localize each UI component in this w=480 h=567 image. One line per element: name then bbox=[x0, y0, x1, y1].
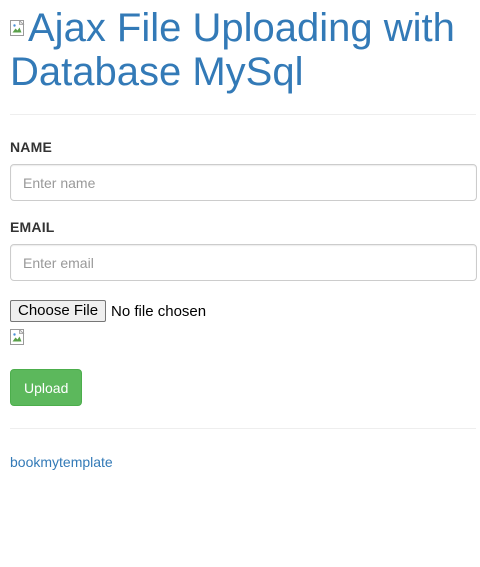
divider bbox=[10, 114, 476, 115]
name-label: NAME bbox=[10, 139, 53, 155]
footer-link[interactable]: bookmytemplate bbox=[10, 454, 113, 470]
page: Ajax File Uploading with Database MySql … bbox=[0, 0, 480, 567]
divider bbox=[10, 428, 476, 429]
file-picker: Choose File No file chosen bbox=[10, 299, 476, 323]
broken-image-icon bbox=[10, 328, 25, 345]
page-title: Ajax File Uploading with Database MySql bbox=[10, 0, 476, 94]
choose-file-button[interactable]: Choose File bbox=[10, 300, 107, 322]
page-title-text: Ajax File Uploading with Database MySql bbox=[10, 6, 455, 94]
name-input[interactable] bbox=[10, 164, 477, 201]
file-status: No file chosen bbox=[111, 302, 207, 320]
email-group: EMAIL bbox=[10, 219, 477, 281]
email-label: EMAIL bbox=[10, 219, 55, 235]
name-group: NAME bbox=[10, 139, 477, 201]
title-link[interactable]: Ajax File Uploading with Database MySql bbox=[10, 6, 455, 94]
email-input[interactable] bbox=[10, 244, 477, 281]
image-preview bbox=[10, 328, 26, 345]
upload-button[interactable]: Upload bbox=[10, 369, 83, 406]
broken-image-icon bbox=[10, 20, 26, 36]
